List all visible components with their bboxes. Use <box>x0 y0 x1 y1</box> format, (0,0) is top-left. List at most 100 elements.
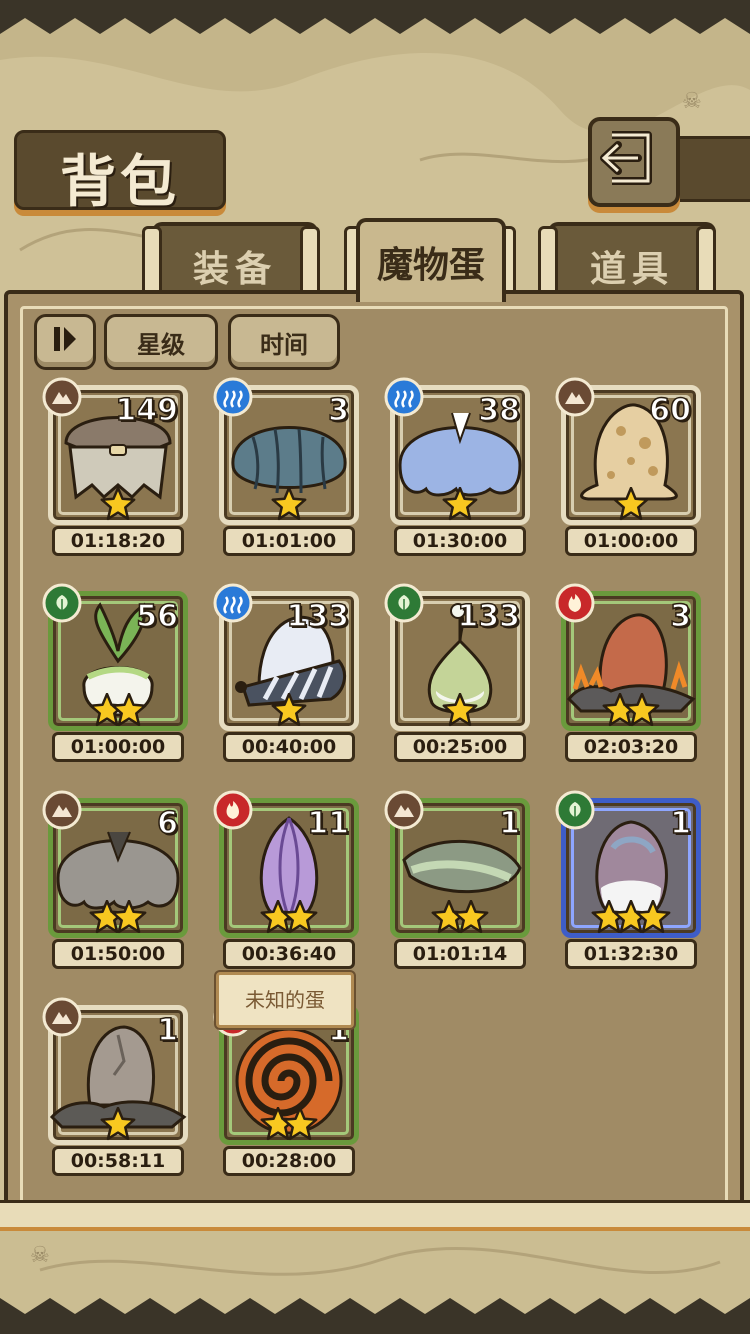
egg-card[interactable]: 149 <box>42 377 188 525</box>
egg-tooltip-text: 未知的蛋 <box>245 988 325 1012</box>
tab-monster-egg-label: 魔物蛋 <box>376 244 485 286</box>
back-button[interactable] <box>588 117 680 207</box>
star-icon <box>100 486 136 521</box>
tab-divider <box>142 226 162 298</box>
rarity-stars <box>442 692 478 727</box>
svg-text:☠: ☠ <box>30 1243 50 1268</box>
egg-card[interactable]: 60 <box>555 377 701 525</box>
earth-element-icon <box>42 377 82 417</box>
wood-element-icon <box>384 583 424 623</box>
egg-tooltip: 未知的蛋 <box>216 972 354 1028</box>
hatch-timer: 00:36:40 <box>223 939 355 969</box>
star-icon <box>271 692 307 727</box>
egg-card[interactable]: 133 <box>213 583 359 731</box>
bottom-jagged-edge <box>0 1298 750 1334</box>
page-title: 背包 <box>14 130 226 215</box>
egg-count: 133 <box>286 598 350 635</box>
sort-by-time-button[interactable]: 时间 <box>228 314 340 370</box>
sort-by-star-button[interactable]: 星级 <box>104 314 218 370</box>
star-icon <box>271 486 307 521</box>
rarity-stars <box>271 692 307 727</box>
rarity-stars <box>89 899 147 934</box>
star-icon <box>442 692 478 727</box>
rarity-stars <box>602 692 660 727</box>
sort-order-toggle[interactable] <box>34 314 96 370</box>
earth-element-icon <box>384 790 424 830</box>
star-icon <box>100 1106 136 1141</box>
star-icon <box>111 899 147 934</box>
tab-divider <box>696 226 716 298</box>
panel-bottom-bar <box>0 1200 750 1231</box>
water-element-icon <box>213 583 253 623</box>
star-icon <box>111 692 147 727</box>
egg-count: 1 <box>156 1012 178 1049</box>
fire-element-icon <box>213 790 253 830</box>
egg-card[interactable]: 3 <box>555 583 701 731</box>
hatch-timer: 01:00:00 <box>565 526 697 556</box>
egg-card[interactable]: 56 <box>42 583 188 731</box>
egg-card[interactable]: 1 <box>384 790 530 938</box>
hatch-timer: 01:50:00 <box>52 939 184 969</box>
tab-equipment[interactable]: 装备 <box>152 222 318 298</box>
egg-card[interactable]: 1 <box>555 790 701 938</box>
rarity-stars <box>431 899 489 934</box>
hatch-timer: 00:40:00 <box>223 732 355 762</box>
tab-equipment-label: 装备 <box>192 248 277 290</box>
hatch-timer: 00:58:11 <box>52 1146 184 1176</box>
tab-divider <box>538 226 558 298</box>
egg-count: 3 <box>669 598 691 635</box>
egg-count: 149 <box>115 392 179 429</box>
egg-count: 3 <box>327 392 349 429</box>
star-icon <box>624 692 660 727</box>
star-icon <box>282 1106 318 1141</box>
egg-count: 60 <box>649 392 692 429</box>
hatch-timer: 01:18:20 <box>52 526 184 556</box>
star-icon <box>635 899 671 934</box>
rarity-stars <box>271 486 307 521</box>
hatch-timer: 00:25:00 <box>394 732 526 762</box>
egg-card[interactable]: 38 <box>384 377 530 525</box>
rarity-stars <box>100 1106 136 1141</box>
egg-card[interactable]: 11 <box>213 790 359 938</box>
egg-card[interactable]: 3 <box>213 377 359 525</box>
rarity-stars <box>89 692 147 727</box>
star-icon <box>282 899 318 934</box>
water-element-icon <box>384 377 424 417</box>
egg-count: 56 <box>136 598 179 635</box>
rarity-stars <box>442 486 478 521</box>
sort-by-star-label: 星级 <box>137 331 185 359</box>
egg-count: 6 <box>156 805 178 842</box>
egg-count: 11 <box>307 805 350 842</box>
wood-element-icon <box>555 790 595 830</box>
star-icon <box>613 486 649 521</box>
hatch-timer: 01:01:14 <box>394 939 526 969</box>
sort-by-time-label: 时间 <box>260 331 308 359</box>
rarity-stars <box>613 486 649 521</box>
egg-count: 38 <box>478 392 521 429</box>
return-arrow-icon <box>600 131 652 185</box>
tab-items-label: 道具 <box>589 248 674 290</box>
wood-element-icon <box>42 583 82 623</box>
tab-monster-egg[interactable]: 魔物蛋 <box>356 218 506 302</box>
page-title-text: 背包 <box>60 149 180 215</box>
rarity-stars <box>591 899 671 934</box>
fire-element-icon <box>555 583 595 623</box>
hatch-timer: 01:32:30 <box>565 939 697 969</box>
hatch-timer: 02:03:20 <box>565 732 697 762</box>
tab-divider <box>300 226 320 298</box>
tab-items[interactable]: 道具 <box>548 222 716 298</box>
water-element-icon <box>213 377 253 417</box>
egg-count: 1 <box>498 805 520 842</box>
rarity-stars <box>260 1106 318 1141</box>
hatch-timer: 01:00:00 <box>52 732 184 762</box>
egg-card[interactable]: 1 <box>42 997 188 1145</box>
rarity-stars <box>260 899 318 934</box>
earth-element-icon <box>42 997 82 1037</box>
egg-card[interactable]: 6 <box>42 790 188 938</box>
svg-text:☠: ☠ <box>682 89 702 114</box>
egg-count: 1 <box>669 805 691 842</box>
top-jagged-edge <box>0 0 750 34</box>
earth-element-icon <box>42 790 82 830</box>
egg-card[interactable]: 133 <box>384 583 530 731</box>
earth-element-icon <box>555 377 595 417</box>
